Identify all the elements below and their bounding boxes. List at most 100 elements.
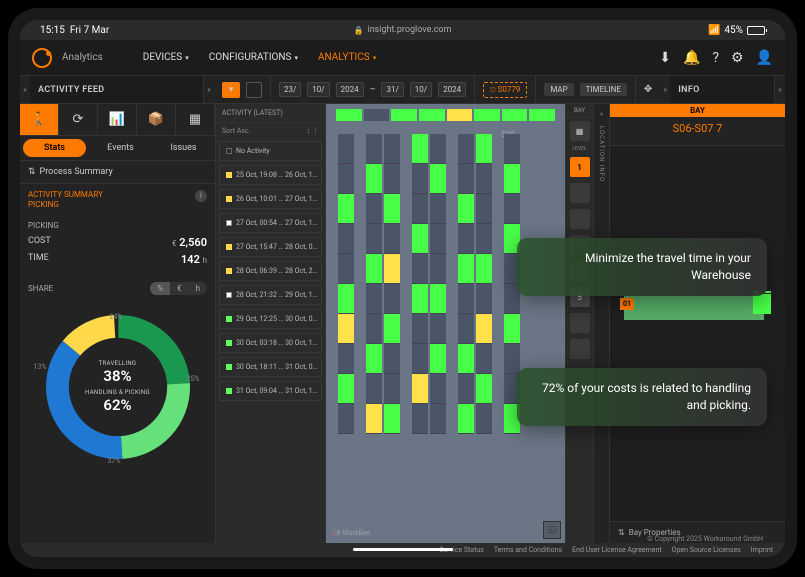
map-toggle[interactable]: MAP: [544, 83, 573, 96]
bay-number: 01: [620, 298, 634, 310]
bell-icon[interactable]: 🔔: [683, 50, 700, 66]
app-bar: Analytics DEVICES▾ CONFIGURATIONS▾ ANALY…: [20, 40, 785, 76]
expand-left-icon[interactable]: «: [20, 76, 30, 103]
activity-item[interactable]: 25 Oct, 19:08 … 26 Oct, 1…: [219, 165, 322, 185]
copyright: © Copyright 2025 Workaround GmbH: [647, 535, 763, 543]
battery-icon: [747, 26, 765, 35]
chevron-down-icon: ▾: [373, 54, 377, 62]
level-button[interactable]: [570, 339, 590, 359]
brand-label: Analytics: [62, 52, 103, 63]
sort-icon: ↕ ⋮: [307, 127, 319, 135]
footer-eula[interactable]: End User License Agreement: [572, 546, 662, 554]
left-panel: 🚶 ⟳ 📊 📦 ▦ Stats Events Issues ⇅Process S…: [20, 104, 216, 543]
time-label: TIME: [28, 253, 49, 266]
boxes-icon[interactable]: 📦: [137, 104, 176, 136]
travel-pct: 38%: [85, 367, 150, 385]
level-1-button[interactable]: 1: [570, 157, 590, 177]
bay-code: S06-S07 7: [610, 117, 785, 146]
date-range[interactable]: 23/10/2024 – 31/10/2024: [271, 76, 475, 103]
chevron-down-icon: ▾: [185, 54, 189, 62]
toolbar: « ACTIVITY FEED » ▾ 23/10/2024 – 31/10/2…: [20, 76, 785, 104]
expand-icon: »: [600, 110, 603, 118]
warehouse-map[interactable]: S09 🏭 WareBee ◱: [326, 104, 565, 543]
share-donut-chart: TRAVELLING 38% HANDLING & PICKING 62% 24…: [38, 307, 198, 467]
footer-terms[interactable]: Terms and Conditions: [494, 546, 562, 554]
collapse-icon[interactable]: »: [660, 76, 670, 103]
info-label: INFO: [678, 85, 699, 95]
location-info-strip[interactable]: » LOCATION INFO: [594, 104, 610, 543]
level-button[interactable]: [570, 313, 590, 333]
move-icon[interactable]: ✥: [644, 84, 652, 95]
timeline-toggle[interactable]: TIMELINE: [580, 83, 627, 96]
fit-view-icon[interactable]: ◱: [543, 521, 561, 539]
activity-feed-label: ACTIVITY FEED: [38, 85, 104, 95]
activity-item[interactable]: 26 Oct, 10:01 … 27 Oct, 1…: [219, 189, 322, 209]
lock-icon: 🔒: [354, 26, 364, 35]
time-value: 142: [181, 253, 200, 266]
share-unit-toggle[interactable]: %€h: [150, 282, 207, 295]
right-panel: BAY S06-S07 7 01 ⇅Bay Properties: [610, 104, 785, 543]
callout-travel-time: Minimize the travel time in your Warehou…: [517, 238, 767, 296]
chevron-up-down-icon: ⇅: [28, 167, 36, 177]
collapse-icon[interactable]: »: [204, 76, 214, 103]
logo-icon: [32, 48, 52, 68]
ios-time: 15:15: [40, 25, 65, 36]
filter-icon[interactable]: ▾: [222, 82, 240, 98]
wifi-icon: 📶: [708, 25, 720, 36]
location-chip[interactable]: ⎋ S0779: [483, 82, 527, 98]
battery-pct: 45%: [724, 25, 743, 36]
walk-icon[interactable]: 🚶: [20, 104, 59, 136]
level-button[interactable]: [570, 209, 590, 229]
ios-url: insight.proglove.com: [368, 25, 452, 35]
share-label: SHARE: [28, 284, 53, 293]
activity-item[interactable]: 27 Oct, 00:54 … 27 Oct, 1…: [219, 213, 322, 233]
activity-item[interactable]: 31 Oct, 09:04 … 31 Oct, 1…: [219, 381, 322, 401]
activity-list: ACTIVITY (LATEST) Sort Asc.↕ ⋮ No Activi…: [216, 104, 326, 543]
ios-status-bar: 15:15 Fri 7 Mar 🔒insight.proglove.com 📶 …: [20, 20, 785, 40]
nav-analytics[interactable]: ANALYTICS▾: [318, 52, 376, 63]
speed-icon[interactable]: ⟳: [59, 104, 98, 136]
footer-imprint[interactable]: Imprint: [751, 546, 773, 554]
help-icon[interactable]: ?: [712, 50, 719, 66]
bay-level-column: BAY ▦ LEVEL 1 5: [565, 104, 593, 543]
chevron-down-icon: ▾: [295, 54, 299, 62]
activity-item[interactable]: 29 Oct, 12:25 … 30 Oct, 0…: [219, 309, 322, 329]
nav-devices[interactable]: DEVICES▾: [143, 52, 189, 63]
grid-icon[interactable]: [246, 82, 262, 98]
cost-value: 2,560: [179, 236, 207, 249]
metric-picking-title: PICKING: [28, 221, 207, 230]
process-summary-header[interactable]: ⇅Process Summary: [20, 160, 215, 184]
tab-stats[interactable]: Stats: [23, 139, 86, 157]
expand-right-icon[interactable]: »: [775, 76, 785, 103]
handling-pct: 62%: [85, 396, 150, 414]
activity-list-header: ACTIVITY (LATEST): [216, 104, 325, 123]
bay-header: BAY: [610, 104, 785, 117]
bay-grid-icon[interactable]: ▦: [570, 121, 590, 141]
level-button[interactable]: [570, 183, 590, 203]
user-icon[interactable]: 👤: [756, 50, 773, 66]
cost-label: COST: [28, 236, 51, 249]
chart-icon[interactable]: 📊: [98, 104, 137, 136]
activity-item[interactable]: 27 Oct, 15:47 … 28 Oct, 0…: [219, 237, 322, 257]
activity-summary-label: ACTIVITY SUMMARYPICKING i: [20, 184, 215, 217]
activity-item[interactable]: 28 Oct, 21:32 … 29 Oct, 1…: [219, 285, 322, 305]
map-watermark: 🏭 WareBee: [332, 529, 370, 537]
tab-issues[interactable]: Issues: [152, 136, 215, 160]
middle-panel: ACTIVITY (LATEST) Sort Asc.↕ ⋮ No Activi…: [216, 104, 594, 543]
activity-item[interactable]: 30 Oct, 03:18 … 30 Oct, 1…: [219, 333, 322, 353]
home-indicator[interactable]: [353, 548, 453, 551]
gear-icon[interactable]: ⚙: [731, 50, 744, 66]
activity-item-none[interactable]: No Activity: [219, 141, 322, 161]
callout-cost: 72% of your costs is related to handling…: [517, 368, 767, 426]
footer-oss[interactable]: Open Source Licenses: [672, 546, 741, 554]
tab-events[interactable]: Events: [89, 136, 152, 160]
activity-item[interactable]: 30 Oct, 18:11 … 31 Oct, 0…: [219, 357, 322, 377]
nav-configurations[interactable]: CONFIGURATIONS▾: [209, 52, 298, 63]
bay-visualization: 01: [610, 146, 785, 521]
grid-view-icon[interactable]: ▦: [176, 104, 215, 136]
ios-day: Fri 7 Mar: [70, 25, 109, 36]
info-icon[interactable]: i: [195, 190, 207, 202]
activity-item[interactable]: 28 Oct, 06:39 … 28 Oct, 2…: [219, 261, 322, 281]
download-icon[interactable]: ⬇: [659, 50, 671, 66]
sort-toggle[interactable]: Sort Asc.↕ ⋮: [216, 123, 325, 139]
